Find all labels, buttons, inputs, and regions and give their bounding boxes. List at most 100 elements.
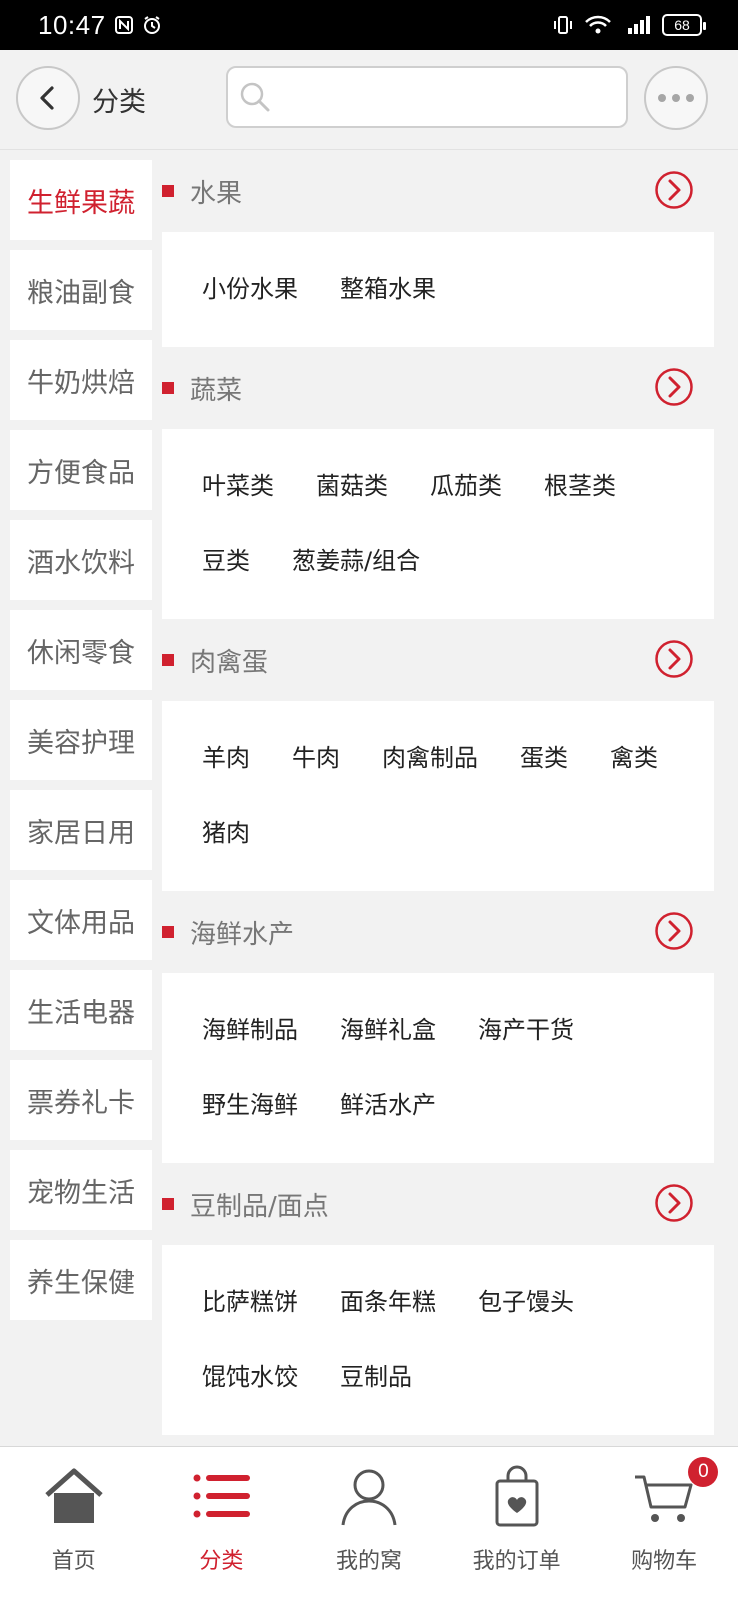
tab-label: 购物车 — [631, 1549, 698, 1574]
category-list-icon — [193, 1474, 251, 1518]
subcategory-item[interactable]: 豆类 — [202, 524, 250, 599]
subcategory-item[interactable]: 蛋类 — [520, 721, 568, 796]
subcategory-item[interactable]: 根茎类 — [544, 449, 616, 524]
search-icon — [240, 82, 270, 112]
section-title: 蔬菜 — [190, 375, 243, 406]
battery-icon: 68 — [662, 14, 706, 36]
section-items: 比萨糕饼 面条年糕 包子馒头 馄饨水饺 豆制品 — [162, 1245, 714, 1435]
search-box[interactable] — [226, 66, 628, 128]
wifi-icon — [585, 15, 611, 34]
sidebar-item-fresh-produce[interactable]: 生鲜果蔬 — [10, 160, 152, 240]
user-icon — [341, 1469, 397, 1526]
tab-label: 我的窝 — [335, 1549, 402, 1574]
back-button[interactable] — [16, 66, 80, 130]
tab-label: 我的订单 — [472, 1549, 561, 1574]
search-input[interactable] — [280, 83, 620, 111]
subcategory-item[interactable]: 馄饨水饺 — [202, 1340, 298, 1415]
nfc-icon — [114, 16, 133, 34]
subcategory-item[interactable]: 豆制品 — [340, 1340, 412, 1415]
subcategory-item[interactable]: 猪肉 — [202, 796, 250, 871]
subcategory-item[interactable]: 野生海鲜 — [202, 1068, 298, 1143]
section-marker — [162, 926, 174, 938]
subcategory-item[interactable]: 葱姜蒜/组合 — [292, 524, 420, 599]
more-dot — [658, 94, 666, 102]
section-header[interactable]: 豆制品/面点 — [162, 1163, 738, 1245]
bottom-tab-bar: 首页 分类 我的窝 我的订单 0 购物车 — [0, 1446, 738, 1599]
tab-cart[interactable]: 0 购物车 — [590, 1447, 738, 1599]
sidebar-item-health[interactable]: 养生保健 — [10, 1240, 152, 1320]
subcategory-item[interactable]: 菌菇类 — [316, 449, 388, 524]
sidebar-item-stationery-sports[interactable]: 文体用品 — [10, 880, 152, 960]
section-marker — [162, 185, 174, 197]
vibrate-icon — [554, 16, 572, 34]
subcategory-item[interactable]: 包子馒头 — [478, 1265, 574, 1340]
subcategory-item[interactable]: 海产干货 — [478, 993, 574, 1068]
more-dot — [672, 94, 680, 102]
tab-label: 分类 — [199, 1549, 244, 1574]
circle-arrow-right-icon[interactable] — [654, 911, 694, 951]
section-marker — [162, 654, 174, 666]
tab-my-orders[interactable]: 我的订单 — [443, 1447, 591, 1599]
subcategory-item[interactable]: 羊肉 — [202, 721, 250, 796]
subcategory-item[interactable]: 面条年糕 — [340, 1265, 436, 1340]
circle-arrow-right-icon[interactable] — [654, 170, 694, 210]
subcategory-item[interactable]: 海鲜礼盒 — [340, 993, 436, 1068]
circle-arrow-right-icon[interactable] — [654, 367, 694, 407]
cart-count-badge: 0 — [688, 1457, 719, 1487]
tab-label: 首页 — [51, 1549, 96, 1574]
more-dot — [686, 94, 694, 102]
sidebar-item-beauty[interactable]: 美容护理 — [10, 700, 152, 780]
subcategory-item[interactable]: 比萨糕饼 — [202, 1265, 298, 1340]
tab-category[interactable]: 分类 — [148, 1447, 296, 1599]
section-title: 水果 — [190, 178, 243, 209]
tab-my-nest[interactable]: 我的窝 — [295, 1447, 443, 1599]
sidebar-item-milk-bakery[interactable]: 牛奶烘焙 — [10, 340, 152, 420]
circle-arrow-right-icon[interactable] — [654, 639, 694, 679]
sidebar-item-grain-oil[interactable]: 粮油副食 — [10, 250, 152, 330]
subcategory-panel: 水果 小份水果 整箱水果 蔬菜 叶菜类 菌菇类 瓜茄类 根茎类 豆类 葱姜蒜/组… — [162, 150, 738, 1435]
sidebar-item-household[interactable]: 家居日用 — [10, 790, 152, 870]
section-header[interactable]: 海鲜水产 — [162, 891, 738, 973]
subcategory-item[interactable]: 小份水果 — [202, 252, 298, 327]
subcategory-item[interactable]: 海鲜制品 — [202, 993, 298, 1068]
subcategory-item[interactable]: 瓜茄类 — [430, 449, 502, 524]
status-bar: 10:47 68 — [0, 0, 738, 50]
battery-level: 68 — [674, 17, 690, 33]
section-title: 海鲜水产 — [190, 919, 295, 950]
section-title: 豆制品/面点 — [190, 1191, 329, 1222]
subcategory-item[interactable]: 整箱水果 — [340, 252, 436, 327]
section-items: 小份水果 整箱水果 — [162, 232, 714, 347]
sidebar-item-drinks[interactable]: 酒水饮料 — [10, 520, 152, 600]
sidebar-item-snacks[interactable]: 休闲零食 — [10, 610, 152, 690]
subcategory-item[interactable]: 牛肉 — [292, 721, 340, 796]
order-bag-icon — [495, 1465, 539, 1527]
signal-icon — [628, 16, 650, 34]
sidebar-item-pets[interactable]: 宠物生活 — [10, 1150, 152, 1230]
tab-home[interactable]: 首页 — [0, 1447, 148, 1599]
more-button[interactable] — [644, 66, 708, 130]
subcategory-item[interactable]: 肉禽制品 — [382, 721, 478, 796]
sidebar-item-tickets-cards[interactable]: 票券礼卡 — [10, 1060, 152, 1140]
subcategory-item[interactable]: 禽类 — [610, 721, 658, 796]
section-title: 肉禽蛋 — [190, 647, 269, 678]
section-items: 海鲜制品 海鲜礼盒 海产干货 野生海鲜 鲜活水产 — [162, 973, 714, 1163]
category-sidebar: 生鲜果蔬 粮油副食 牛奶烘焙 方便食品 酒水饮料 休闲零食 美容护理 家居日用 … — [10, 160, 152, 1330]
section-header[interactable]: 水果 — [162, 150, 738, 232]
alarm-icon — [143, 16, 160, 34]
sidebar-item-instant-food[interactable]: 方便食品 — [10, 430, 152, 510]
section-header[interactable]: 蔬菜 — [162, 347, 738, 429]
section-marker — [162, 1198, 174, 1210]
subcategory-item[interactable]: 鲜活水产 — [340, 1068, 436, 1143]
sidebar-item-appliances[interactable]: 生活电器 — [10, 970, 152, 1050]
cart-icon — [635, 1475, 693, 1522]
subcategory-item[interactable]: 叶菜类 — [202, 449, 274, 524]
section-marker — [162, 382, 174, 394]
header: 分类 — [0, 50, 738, 150]
section-items: 羊肉 牛肉 肉禽制品 蛋类 禽类 猪肉 — [162, 701, 714, 891]
home-icon — [45, 1468, 103, 1523]
circle-arrow-right-icon[interactable] — [654, 1183, 694, 1223]
section-header[interactable]: 肉禽蛋 — [162, 619, 738, 701]
section-items: 叶菜类 菌菇类 瓜茄类 根茎类 豆类 葱姜蒜/组合 — [162, 429, 714, 619]
status-time: 10:47 — [38, 9, 106, 40]
page-title: 分类 — [92, 87, 146, 118]
